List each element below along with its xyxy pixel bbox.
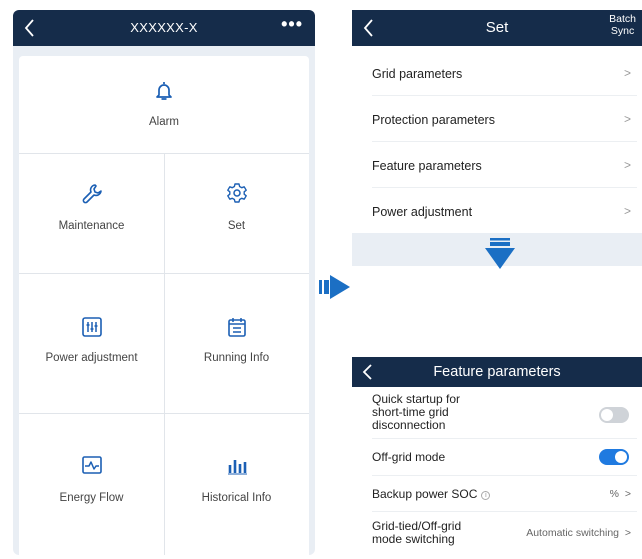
down-arrow-icon (485, 238, 515, 269)
batch-sync-line2: Sync (610, 25, 635, 37)
alarm-tile[interactable]: Alarm (19, 56, 309, 154)
batch-sync-button[interactable]: Batch Sync (609, 13, 636, 37)
toggle-knob (615, 451, 627, 463)
bar-chart-icon (227, 460, 247, 475)
alarm-label: Alarm (148, 116, 180, 128)
quick-startup-row: Quick startup for short-time grid discon… (372, 389, 637, 439)
quick-startup-line3: disconnection (372, 418, 446, 432)
power-adjustment-tile[interactable]: Power adjustment (19, 274, 164, 414)
energy-flow-tile[interactable]: Energy Flow (19, 414, 164, 555)
running-info-label: Running Info (203, 352, 270, 364)
mode-switching-value: Automatic switching > (526, 527, 631, 539)
historical-info-tile[interactable]: Historical Info (164, 414, 309, 555)
home-screen: XXXXXX-X ••• Alarm Maintenance Set Power… (13, 10, 315, 555)
protection-parameters-item[interactable]: Protection parameters > (372, 96, 637, 142)
toggle-knob (601, 409, 613, 421)
info-icon[interactable]: i (481, 491, 491, 500)
chevron-right-icon: > (623, 66, 631, 80)
running-info-tile[interactable]: Running Info (164, 274, 309, 414)
device-title: XXXXXX-X (130, 20, 198, 35)
set-header: Set Batch Sync (352, 10, 642, 46)
power-adjustment-label: Power adjustment (372, 205, 473, 219)
wrench-icon (82, 184, 102, 204)
off-grid-mode-row: Off-grid mode (372, 439, 637, 476)
off-grid-mode-toggle[interactable] (599, 449, 629, 465)
function-grid: Alarm Maintenance Set Power adjustment R… (19, 56, 309, 555)
right-arrow-icon (319, 275, 350, 299)
set-tile[interactable]: Set (164, 154, 309, 274)
maintenance-tile[interactable]: Maintenance (19, 154, 164, 274)
backup-power-soc-label: Backup power SOC (372, 487, 478, 501)
mode-switching-row[interactable]: Grid-tied/Off-grid mode switching Automa… (372, 512, 637, 557)
backup-power-soc-label-wrap: Backup power SOC i (372, 487, 491, 501)
batch-sync-line1: Batch (609, 13, 636, 25)
set-title: Set (485, 19, 509, 36)
more-menu-button[interactable]: ••• (281, 14, 303, 35)
feature-title: Feature parameters (433, 364, 561, 380)
set-label: Set (227, 220, 246, 232)
feature-parameters-screen: Feature parameters Quick startup for sho… (352, 357, 642, 559)
set-screen: Set Batch Sync Grid parameters > Protect… (352, 10, 642, 233)
power-adjustment-label: Power adjustment (45, 352, 138, 364)
backup-power-soc-row[interactable]: Backup power SOC i % > (372, 476, 637, 512)
feature-parameters-item[interactable]: Feature parameters > (372, 142, 637, 188)
soc-unit: % (609, 488, 620, 500)
feature-parameters-label: Feature parameters (372, 159, 482, 173)
calendar-list-icon (227, 318, 246, 337)
mode-switching-label: Grid-tied/Off-grid mode switching (372, 520, 461, 546)
grid-parameters-item[interactable]: Grid parameters > (372, 50, 637, 96)
home-header: XXXXXX-X ••• (13, 10, 315, 46)
chevron-right-icon: > (623, 112, 631, 126)
sliders-icon (81, 317, 102, 337)
maintenance-label: Maintenance (58, 220, 125, 232)
grid-parameters-label: Grid parameters (372, 67, 463, 81)
power-adjustment-item[interactable]: Power adjustment > (372, 188, 637, 234)
energy-flow-label: Energy Flow (59, 492, 124, 504)
off-grid-mode-label: Off-grid mode (372, 450, 446, 464)
quick-startup-label: Quick startup for short-time grid discon… (372, 393, 460, 432)
chevron-right-icon: > (623, 204, 631, 218)
gear-icon (226, 183, 247, 203)
protection-parameters-label: Protection parameters (372, 113, 495, 127)
chevron-right-icon: > (624, 488, 631, 500)
mode-switching-current: Automatic switching (526, 527, 620, 539)
grid-divider (164, 154, 165, 555)
quick-startup-toggle[interactable] (599, 407, 629, 423)
chevron-right-icon: > (624, 527, 631, 539)
chevron-right-icon: > (623, 158, 631, 172)
backup-power-soc-value: % > (610, 488, 631, 500)
historical-info-label: Historical Info (201, 492, 272, 504)
pulse-icon (81, 456, 102, 474)
feature-header: Feature parameters (352, 357, 642, 387)
bell-icon (156, 82, 172, 100)
mode-switching-line2: mode switching (372, 532, 455, 546)
